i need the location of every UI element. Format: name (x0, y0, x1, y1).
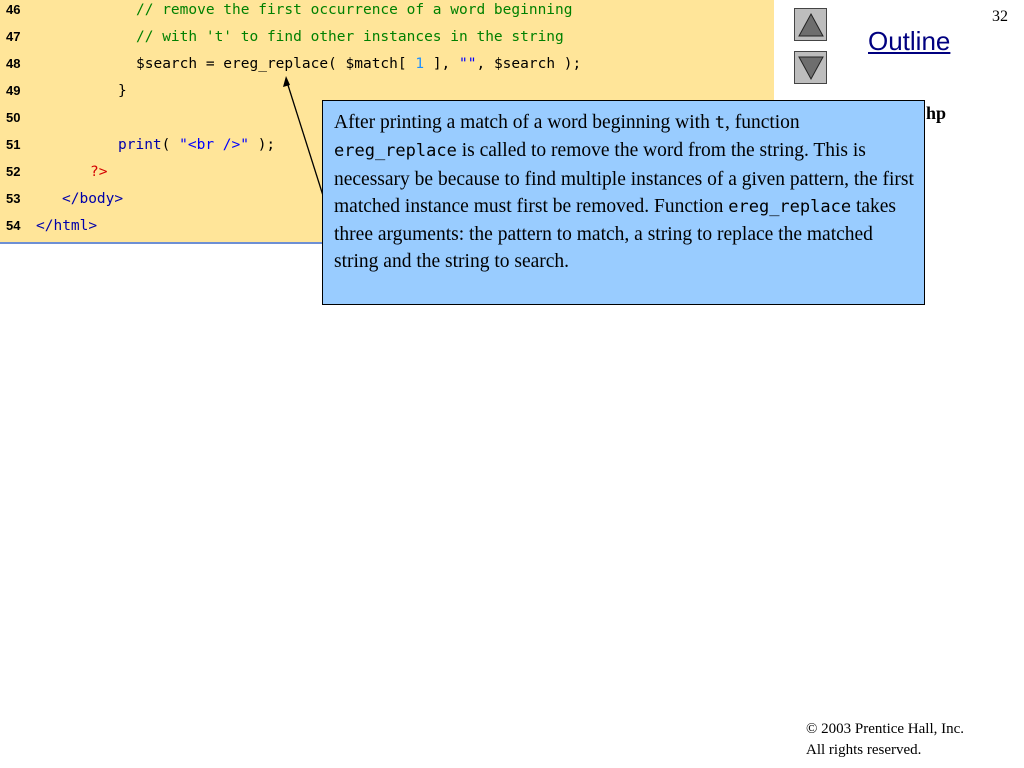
copyright-line: © 2003 Prentice Hall, Inc. (806, 719, 964, 740)
copyright-text: 2003 Prentice Hall, Inc. (817, 721, 965, 737)
pointer-line (286, 81, 327, 206)
inline-code: ereg_replace (334, 141, 457, 162)
copyright-symbol: © (806, 721, 818, 737)
explanation-callout: After printing a match of a word beginni… (322, 100, 925, 305)
previous-slide-button[interactable] (794, 8, 827, 41)
page-number: 32 (992, 8, 1008, 25)
triangle-down-icon (798, 56, 824, 81)
triangle-up-icon (798, 12, 824, 37)
callout-text: , function (724, 112, 800, 133)
inline-code: ereg_replace (728, 196, 852, 217)
rights-text: All rights reserved. (806, 742, 922, 758)
pointer-arrowhead (283, 76, 290, 87)
file-name-fragment: hp (926, 103, 947, 123)
inline-code: t (714, 113, 725, 133)
next-slide-button[interactable] (794, 51, 827, 84)
callout-text: After printing a match of a word beginni… (334, 112, 715, 133)
outline-link[interactable]: Outline (868, 26, 950, 57)
footer: © 2003 Prentice Hall, Inc. All rights re… (806, 719, 964, 761)
